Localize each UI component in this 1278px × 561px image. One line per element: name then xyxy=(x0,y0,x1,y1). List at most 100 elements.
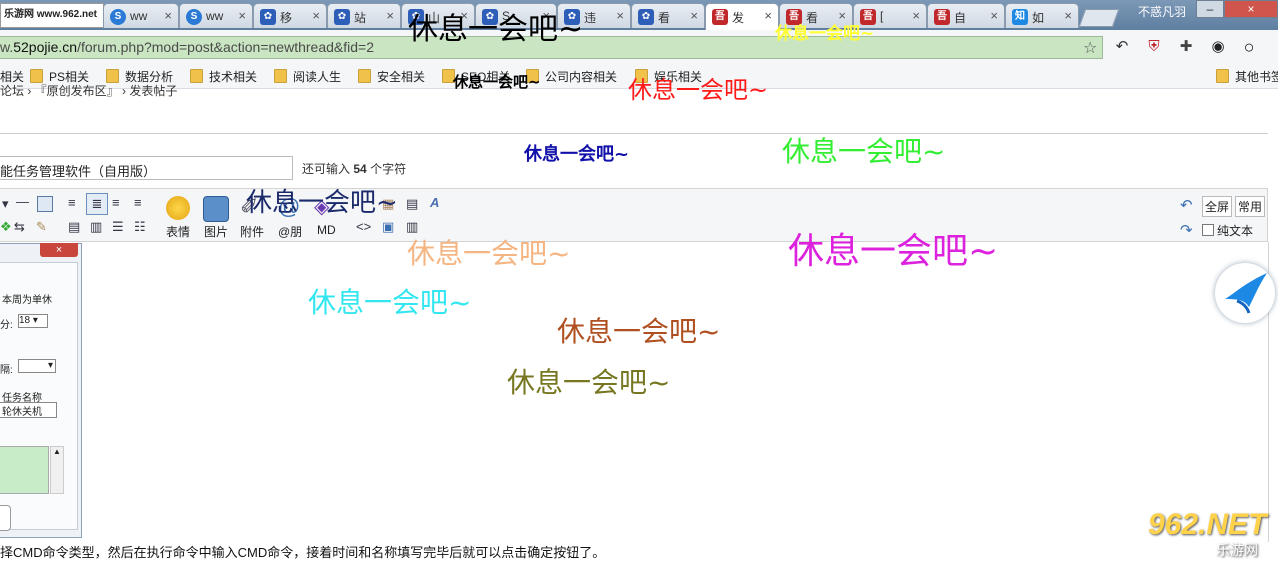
minute-select[interactable]: 18 ▾ xyxy=(18,314,48,328)
close-window-button[interactable]: × xyxy=(1224,0,1278,18)
unlink-icon[interactable]: ⇆ xyxy=(14,219,25,235)
bookmark-folder[interactable]: 安全相关 xyxy=(358,68,425,84)
md-label[interactable]: MD xyxy=(317,223,336,237)
image-label[interactable]: 图片 xyxy=(204,223,228,240)
at-label[interactable]: @朋 xyxy=(278,223,302,240)
bird-widget[interactable] xyxy=(1215,263,1275,323)
brush-icon[interactable]: ✎ xyxy=(36,219,47,235)
close-icon[interactable]: × xyxy=(690,8,698,23)
folder-icon xyxy=(358,69,371,83)
quote-icon[interactable]: ▣ xyxy=(382,219,394,235)
minute-label: 分: xyxy=(0,320,13,331)
outdent-icon[interactable]: ▥ xyxy=(90,219,102,235)
close-icon[interactable]: × xyxy=(164,8,172,23)
bookmark-label: 其他书签 xyxy=(1235,70,1278,84)
danmaku-text: 休息一会吧~ xyxy=(507,366,671,399)
bird-icon xyxy=(1225,273,1267,314)
paw-icon: ✿ xyxy=(638,9,654,25)
emoji-label[interactable]: 表情 xyxy=(166,223,190,240)
ok-button-edge[interactable] xyxy=(0,505,11,531)
align-right-icon[interactable]: ≡ xyxy=(134,195,142,210)
close-icon[interactable]: × xyxy=(616,8,624,23)
tab[interactable]: ✿ 站 × xyxy=(327,3,401,28)
interval-select[interactable]: ▾ xyxy=(18,359,56,373)
tab[interactable]: S ww × xyxy=(103,3,179,28)
bookmark-folder-other[interactable]: 其他书签 xyxy=(1216,68,1278,84)
bookmark-label: 技术相关 xyxy=(209,70,258,84)
url-prefix: w. xyxy=(0,39,14,55)
bookmark-star-icon[interactable]: ☆ xyxy=(1083,38,1097,58)
font-icon[interactable]: A xyxy=(430,195,439,210)
editor-toolbar xyxy=(0,188,1268,242)
minimize-button[interactable]: – xyxy=(1196,0,1224,18)
remain-count: 54 xyxy=(353,162,367,176)
align-left-icon[interactable]: ≡ xyxy=(68,195,76,210)
image-icon[interactable] xyxy=(203,196,229,222)
tab[interactable]: ✿ 移 × xyxy=(253,3,327,28)
danmaku-text: 休息一会吧~ xyxy=(788,231,999,272)
code-icon[interactable]: <> xyxy=(356,219,371,234)
ordered-list-icon[interactable]: ☰ xyxy=(112,219,124,235)
window-user-name: 不惑凡羽 xyxy=(1138,5,1187,19)
attach-label[interactable]: 附件 xyxy=(240,223,264,240)
puzzle-icon[interactable]: ✚ xyxy=(1177,38,1195,56)
close-icon[interactable]: × xyxy=(312,8,320,23)
redo-icon[interactable]: ↷ xyxy=(1180,221,1193,239)
bookmark-folder[interactable]: 阅读人生 xyxy=(274,68,341,84)
plaintext-checkbox[interactable] xyxy=(1202,224,1214,236)
table-icon[interactable] xyxy=(37,196,53,212)
circle-icon[interactable]: ○ xyxy=(1240,38,1258,56)
common-button[interactable]: 常用 xyxy=(1235,196,1266,217)
remain-suffix: 个字符 xyxy=(370,162,407,176)
52pojie-icon: 吾 xyxy=(712,9,728,25)
tab-title: 移 xyxy=(280,11,293,25)
danmaku-text: 休息一会吧~ xyxy=(453,73,541,91)
undo-icon[interactable]: ↶ xyxy=(1180,196,1193,214)
tab[interactable]: 知 如 × xyxy=(1005,3,1079,28)
close-icon[interactable]: × xyxy=(386,8,394,23)
bookmark-label: 安全相关 xyxy=(377,70,426,84)
subject-input[interactable]: 能任务管理软件（自用版） xyxy=(0,156,293,180)
tab[interactable]: S ww × xyxy=(179,3,253,28)
indent-icon[interactable]: ▤ xyxy=(68,219,80,235)
align-center-icon[interactable]: ≡ xyxy=(112,195,120,210)
close-icon[interactable]: × xyxy=(912,8,920,23)
fullscreen-button[interactable]: 全屏 xyxy=(1202,196,1233,217)
close-icon[interactable]: × xyxy=(764,8,772,23)
unordered-list-icon[interactable]: ☷ xyxy=(134,219,146,235)
bookmark-label: 公司内容相关 xyxy=(545,70,618,84)
owl-icon[interactable]: ◉ xyxy=(1209,38,1227,56)
folder-icon xyxy=(274,69,287,83)
plaintext-label: 纯文本 xyxy=(1217,224,1254,238)
close-icon[interactable]: × xyxy=(1064,8,1072,23)
minute-value: 18 xyxy=(19,315,31,326)
hr-icon[interactable]: — xyxy=(16,194,29,209)
textarea-scrollbar[interactable]: ▲ xyxy=(50,446,64,494)
bookmark-folder[interactable]: 技术相关 xyxy=(190,68,257,84)
back-arrow-icon[interactable]: ↶ xyxy=(1113,38,1131,56)
tab-title: ww xyxy=(130,9,148,23)
watermark-brand: 962.NET xyxy=(1148,508,1267,541)
dialog-close-button[interactable]: × xyxy=(40,243,78,257)
emoji-icon[interactable] xyxy=(166,196,190,220)
tab[interactable]: 吾 自 × xyxy=(927,3,1005,28)
tab-title: 自 xyxy=(954,11,967,25)
code-block-icon[interactable]: ▤ xyxy=(406,196,418,212)
folder-icon xyxy=(1216,69,1229,83)
tab[interactable]: ✿ 看 × xyxy=(631,3,705,28)
danmaku-text: 休息一会吧~ xyxy=(557,315,721,348)
tab-active[interactable]: 吾 发 × xyxy=(705,3,779,30)
s-icon: S xyxy=(110,9,126,25)
tab-962[interactable]: 乐游网 www.962.net xyxy=(0,3,104,28)
align-justify-icon[interactable]: ≣ xyxy=(86,193,108,215)
dropdown-arrow-icon[interactable]: ▾ xyxy=(2,196,9,212)
close-icon[interactable]: × xyxy=(990,8,998,23)
shield-icon[interactable]: ⛨ xyxy=(1145,38,1163,56)
new-tab-button[interactable] xyxy=(1078,9,1120,27)
float-icon[interactable]: ❖ xyxy=(0,219,12,235)
remain-prefix: 还可输入 xyxy=(302,162,351,176)
task-name-input[interactable]: 轮休关机 xyxy=(0,402,57,418)
command-textarea[interactable] xyxy=(0,446,49,494)
close-icon[interactable]: × xyxy=(238,8,246,23)
danmaku-text: 休息一会吧~ xyxy=(407,237,571,270)
